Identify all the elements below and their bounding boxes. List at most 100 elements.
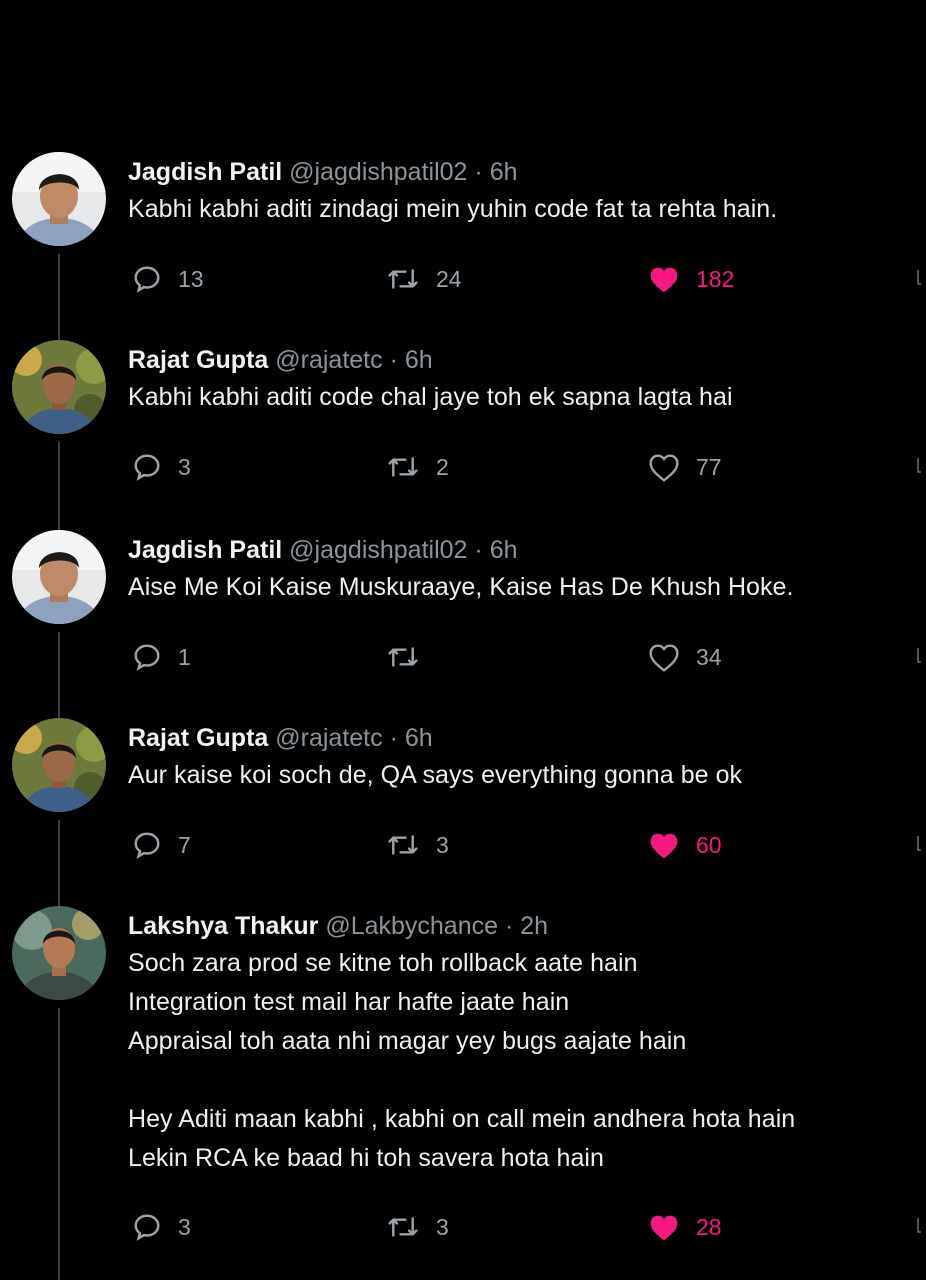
retweet-count: 2 bbox=[436, 453, 449, 480]
like-count: 182 bbox=[696, 265, 735, 292]
author-name[interactable]: Rajat Gupta bbox=[128, 346, 268, 374]
like-button[interactable]: 34 bbox=[648, 640, 722, 674]
reply-count: 13 bbox=[178, 265, 204, 292]
like-button[interactable]: 77 bbox=[648, 450, 722, 484]
avatar[interactable] bbox=[12, 152, 106, 246]
tweet-content: Rajat Gupta @rajatetc · 6h Kabhi kabhi a… bbox=[128, 340, 923, 417]
author-handle[interactable]: @Lakbychance bbox=[325, 912, 498, 940]
author-handle[interactable]: @jagdishpatil02 bbox=[289, 536, 467, 564]
heart-icon bbox=[650, 1215, 678, 1241]
tweet-text: Kabhi kabhi aditi code chal jaye toh ek … bbox=[128, 383, 733, 411]
retweet-icon bbox=[388, 647, 418, 667]
retweet-button[interactable] bbox=[386, 640, 436, 674]
like-button[interactable]: 28 bbox=[648, 1210, 722, 1244]
author-handle[interactable]: @jagdishpatil02 bbox=[289, 158, 467, 186]
separator-dot: · bbox=[474, 536, 483, 564]
heart-icon bbox=[650, 833, 678, 859]
separator-dot: · bbox=[389, 724, 398, 752]
share-icon[interactable] bbox=[916, 644, 922, 664]
avatar[interactable] bbox=[12, 906, 106, 1000]
reply-icon bbox=[134, 1214, 160, 1241]
heart-icon bbox=[649, 644, 679, 672]
separator-dot: · bbox=[504, 912, 514, 940]
share-icon[interactable] bbox=[916, 832, 922, 852]
thread-connector-line bbox=[58, 254, 60, 350]
author-handle[interactable]: @rajatetc bbox=[275, 346, 382, 374]
author-name[interactable]: Lakshya Thakur bbox=[128, 912, 318, 940]
reply-icon bbox=[134, 644, 160, 671]
reply-button[interactable]: 1 bbox=[132, 640, 191, 674]
share-icon[interactable] bbox=[916, 1214, 922, 1234]
retweet-button[interactable]: 2 bbox=[386, 450, 449, 484]
tweet-time[interactable]: 6h bbox=[405, 346, 433, 374]
tweet-header: Jagdish Patil @jagdishpatil02 · 6h bbox=[128, 156, 923, 188]
retweet-icon bbox=[388, 269, 418, 289]
like-count: 60 bbox=[696, 831, 722, 858]
heart-icon bbox=[649, 454, 679, 482]
author-handle[interactable]: @rajatetc bbox=[275, 724, 382, 752]
share-icon[interactable] bbox=[916, 266, 922, 286]
tweet-content: Lakshya Thakur @Lakbychance · 2h Soch za… bbox=[128, 906, 923, 1178]
like-button[interactable]: 182 bbox=[648, 262, 734, 296]
avatar[interactable] bbox=[12, 340, 106, 434]
tweet-header: Jagdish Patil @jagdishpatil02 · 6h bbox=[128, 534, 923, 566]
like-count: 34 bbox=[696, 643, 722, 670]
tweet-text: Aise Me Koi Kaise Muskuraaye, Kaise Has … bbox=[128, 573, 794, 601]
share-icon[interactable] bbox=[916, 454, 922, 474]
tweet-time[interactable]: 6h bbox=[490, 158, 518, 186]
reply-button[interactable]: 13 bbox=[132, 262, 204, 296]
tweet-actions: 3 2 77 bbox=[128, 450, 923, 484]
reply-icon bbox=[134, 454, 160, 481]
retweet-icon bbox=[388, 457, 418, 477]
tweet-header: Lakshya Thakur @Lakbychance · 2h bbox=[128, 910, 923, 942]
reply-icon bbox=[134, 832, 160, 859]
retweet-count: 3 bbox=[436, 831, 449, 858]
retweet-button[interactable]: 24 bbox=[386, 262, 462, 296]
tweet-time[interactable]: 6h bbox=[490, 536, 518, 564]
avatar[interactable] bbox=[12, 718, 106, 812]
tweet-text: Kabhi kabhi aditi zindagi mein yuhin cod… bbox=[128, 195, 778, 223]
like-count: 77 bbox=[696, 453, 722, 480]
thread-connector-line bbox=[58, 442, 60, 538]
reply-count: 1 bbox=[178, 643, 191, 670]
tweet-time[interactable]: 6h bbox=[405, 724, 433, 752]
reply-count: 7 bbox=[178, 831, 191, 858]
separator-dot: · bbox=[389, 346, 398, 374]
retweet-icon bbox=[388, 835, 418, 855]
tweet-time[interactable]: 2h bbox=[520, 912, 548, 940]
tweet-text: Aur kaise koi soch de, QA says everythin… bbox=[128, 761, 743, 789]
heart-icon bbox=[650, 267, 678, 293]
tweet-thread: Jagdish Patil @jagdishpatil02 · 6h Kabhi… bbox=[0, 0, 926, 1280]
tweet-content: Rajat Gupta @rajatetc · 6h Aur kaise koi… bbox=[128, 718, 923, 795]
retweet-button[interactable]: 3 bbox=[386, 1210, 449, 1244]
tweet-actions: 1 34 bbox=[128, 640, 923, 674]
reply-count: 3 bbox=[178, 1213, 191, 1240]
thread-connector-line bbox=[58, 632, 60, 728]
retweet-count: 24 bbox=[436, 265, 462, 292]
retweet-count: 3 bbox=[436, 1213, 449, 1240]
retweet-icon bbox=[388, 1217, 418, 1237]
separator-dot: · bbox=[474, 158, 483, 186]
retweet-button[interactable]: 3 bbox=[386, 828, 449, 862]
tweet-text: Soch zara prod se kitne toh rollback aat… bbox=[128, 949, 796, 1172]
like-count: 28 bbox=[696, 1213, 722, 1240]
reply-icon bbox=[134, 266, 160, 293]
tweet-content: Jagdish Patil @jagdishpatil02 · 6h Kabhi… bbox=[128, 152, 923, 229]
tweet-actions: 13 24 182 bbox=[128, 262, 923, 296]
author-name[interactable]: Rajat Gupta bbox=[128, 724, 268, 752]
reply-button[interactable]: 7 bbox=[132, 828, 191, 862]
author-name[interactable]: Jagdish Patil bbox=[128, 536, 282, 564]
tweet-actions: 7 3 60 bbox=[128, 828, 923, 862]
thread-connector-line bbox=[58, 820, 60, 910]
avatar[interactable] bbox=[12, 530, 106, 624]
reply-button[interactable]: 3 bbox=[132, 1210, 191, 1244]
tweet-content: Jagdish Patil @jagdishpatil02 · 6h Aise … bbox=[128, 530, 923, 607]
tweet-actions: 3 3 28 bbox=[128, 1210, 923, 1244]
like-button[interactable]: 60 bbox=[648, 828, 722, 862]
author-name[interactable]: Jagdish Patil bbox=[128, 158, 282, 186]
tweet-header: Rajat Gupta @rajatetc · 6h bbox=[128, 344, 923, 376]
reply-count: 3 bbox=[178, 453, 191, 480]
tweet-header: Rajat Gupta @rajatetc · 6h bbox=[128, 722, 923, 754]
reply-button[interactable]: 3 bbox=[132, 450, 191, 484]
thread-connector-line bbox=[58, 1008, 60, 1280]
